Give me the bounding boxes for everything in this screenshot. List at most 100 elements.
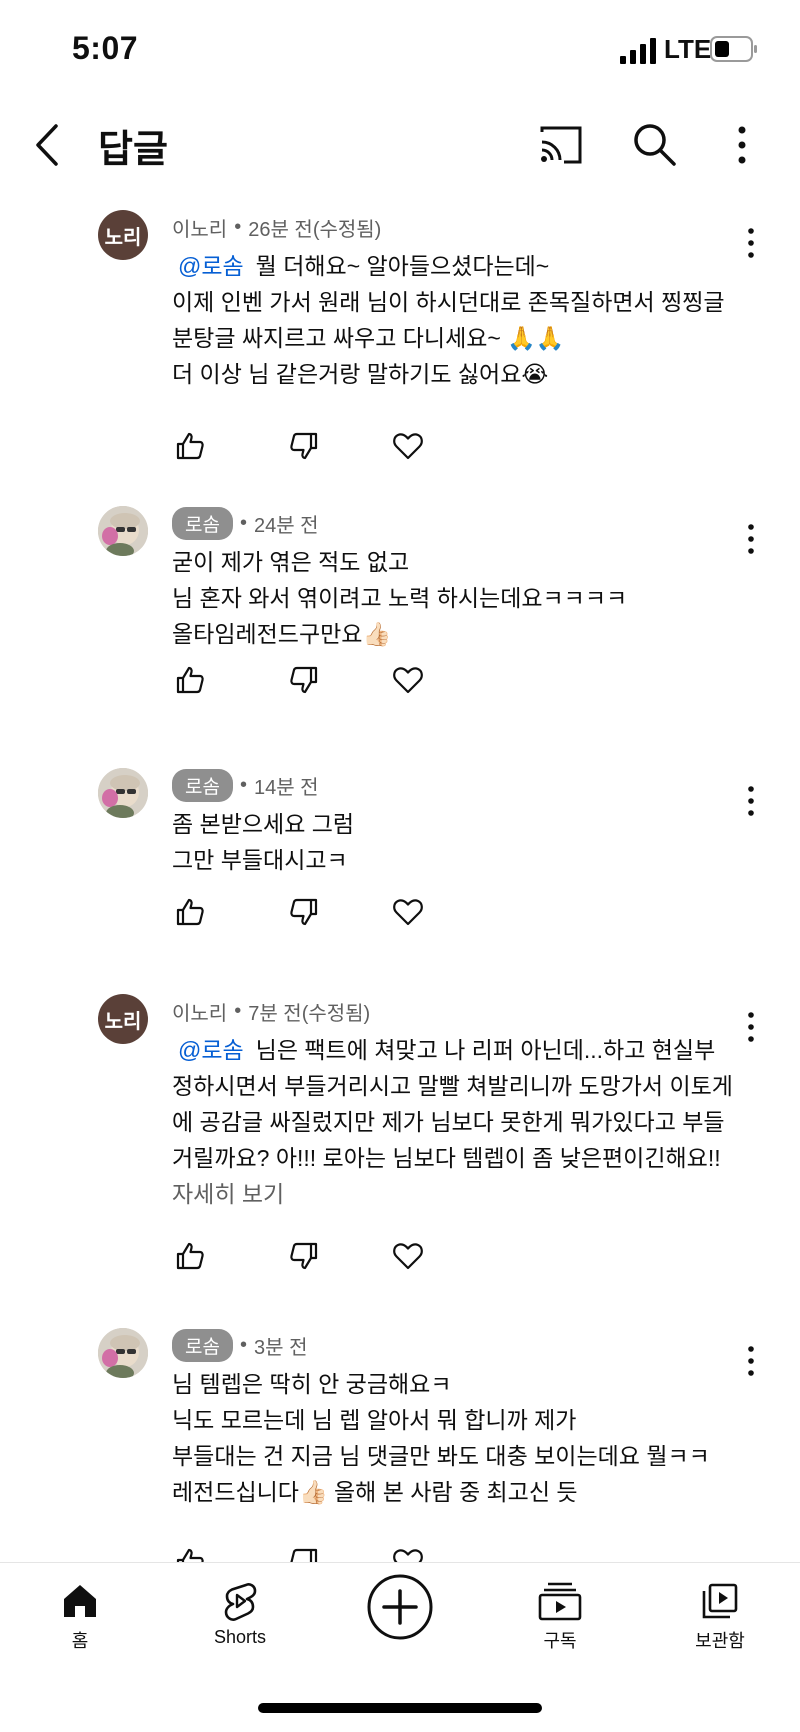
nav-home[interactable]: 홈 (20, 1581, 140, 1653)
create-plus-icon (367, 1574, 433, 1640)
comment-line-text: 정하시면서 부들거리시고 말빨 쳐발리니까 도망가서 이토게 (172, 1073, 733, 1099)
heart-icon[interactable] (392, 1240, 424, 1272)
author-badge[interactable]: 로솜 (172, 1328, 233, 1362)
comment-timestamp: 3분 전 (253, 1336, 308, 1359)
author-name[interactable]: 이노리 (172, 997, 227, 1026)
nav-library-label: 보관함 (695, 1631, 745, 1651)
comment-line-text: 에 공감글 싸질렀지만 제가 님보다 못한게 뭐가있다고 부들 (172, 1109, 725, 1135)
comment-meta: 이노리 • 26분 전(수정됨) (172, 212, 381, 242)
nav-home-label: 홈 (71, 1631, 89, 1651)
comment-actions (172, 1240, 472, 1280)
comment-body: @로솜 님은 팩트에 쳐맞고 나 리퍼 아닌데...하고 현실부정하시면서 부들거… (172, 1032, 752, 1212)
comment-line: 좀 본받으세요 그럼 (172, 806, 752, 842)
read-more-link[interactable]: 자세히 보기 (172, 1176, 752, 1212)
comment-line-text: 더 이상 님 같은거랑 말하기도 싫어요😭 (172, 361, 549, 387)
comment-meta: 이노리 • 7분 전(수정됨) (172, 996, 370, 1026)
network-label: LTE (664, 34, 712, 64)
comment-line: 레전드십니다👍🏻 올해 본 사람 중 최고신 듯 (172, 1474, 752, 1510)
thumbs-down-icon[interactable] (288, 1240, 320, 1272)
comment-line-text: 님은 팩트에 쳐맞고 나 리퍼 아닌데...하고 현실부 (255, 1037, 716, 1063)
more-vert-icon[interactable] (730, 120, 754, 170)
avatar[interactable] (98, 768, 148, 818)
thumbs-down-icon[interactable] (288, 896, 320, 928)
thumbs-up-icon[interactable] (174, 896, 206, 928)
status-bar: 5:07 LTE (0, 0, 800, 100)
avatar[interactable] (98, 1328, 148, 1378)
thumbs-up-icon[interactable] (174, 430, 206, 462)
heart-icon[interactable] (392, 664, 424, 696)
avatar[interactable]: 노리 (98, 210, 148, 260)
comment-line: @로솜 님은 팩트에 쳐맞고 나 리퍼 아닌데...하고 현실부 (172, 1032, 752, 1068)
comment-line-text: 님 템렙은 딱히 안 궁금해요ㅋ (172, 1371, 452, 1397)
search-icon[interactable] (630, 120, 678, 168)
cast-icon[interactable] (538, 122, 584, 168)
comment-line-text: 거릴까요? 아!!! 로아는 님보다 템렙이 좀 낮은편이긴해요!! (172, 1145, 721, 1171)
comment-line-text: 닉도 모르는데 님 렙 알아서 뭐 합니까 제가 (172, 1407, 577, 1433)
mention-link[interactable]: @로솜 (178, 1037, 244, 1063)
signal-icon (620, 38, 656, 64)
page-title: 답글 (98, 129, 168, 171)
thumbs-down-icon[interactable] (288, 664, 320, 696)
comment-line-text: 이제 인벤 가서 원래 님이 하시던대로 존목질하면서 찡찡글 (172, 289, 725, 315)
author-badge[interactable]: 로솜 (172, 506, 233, 540)
author-badge[interactable]: 로솜 (172, 768, 233, 802)
app-header: 답글 (0, 100, 800, 190)
heart-icon[interactable] (392, 430, 424, 462)
battery-icon (710, 36, 757, 62)
comment-body: 님 템렙은 딱히 안 궁금해요ㅋ 닉도 모르는데 님 렙 알아서 뭐 합니까 제가… (172, 1366, 752, 1510)
comment-body: 굳이 제가 엮은 적도 없고님 혼자 와서 엮이려고 노력 하시는데요ㅋㅋㅋㅋ 올… (172, 544, 752, 652)
avatar[interactable] (98, 506, 148, 556)
thumbs-down-icon[interactable] (288, 430, 320, 462)
comment-line: 님 혼자 와서 엮이려고 노력 하시는데요ㅋㅋㅋㅋ (172, 580, 752, 616)
comment-line-text: 굳이 제가 엮은 적도 없고 (172, 549, 410, 575)
meta-separator: • (239, 773, 247, 796)
comment-line: 님 템렙은 딱히 안 궁금해요ㅋ (172, 1366, 752, 1402)
comment-line: 더 이상 님 같은거랑 말하기도 싫어요😭 (172, 356, 752, 392)
meta-separator: • (239, 1333, 247, 1356)
comment-timestamp: 24분 전 (253, 514, 319, 537)
comment-line: 분탕글 싸지르고 싸우고 다니세요~ 🙏🙏 (172, 320, 752, 356)
nav-library[interactable]: 보관함 (660, 1581, 780, 1653)
avatar-image (98, 1328, 148, 1378)
comment-body: 좀 본받으세요 그럼그만 부들대시고ㅋ (172, 806, 752, 878)
nav-shorts-label: Shorts (213, 1627, 267, 1647)
comment-line-text: 레전드십니다👍🏻 올해 본 사람 중 최고신 듯 (172, 1479, 578, 1505)
mention-link[interactable]: @로솜 (178, 253, 244, 279)
heart-icon[interactable] (392, 896, 424, 928)
comment-line-text: 님 혼자 와서 엮이려고 노력 하시는데요ㅋㅋㅋㅋ (172, 585, 628, 611)
subscriptions-icon (538, 1582, 582, 1621)
back-icon[interactable] (30, 120, 70, 170)
bottom-nav: 홈 Shorts 구독 보관함 (0, 1562, 800, 1732)
meta-separator: • (234, 215, 242, 238)
comment-line-text: 분탕글 싸지르고 싸우고 다니세요~ 🙏🙏 (172, 325, 565, 351)
home-indicator (258, 1703, 542, 1713)
comment-actions (172, 430, 472, 470)
comment-line: 정하시면서 부들거리시고 말빨 쳐발리니까 도망가서 이토게 (172, 1068, 752, 1104)
comment-timestamp: 14분 전 (253, 776, 319, 799)
nav-create[interactable] (340, 1573, 460, 1641)
shorts-icon (224, 1583, 257, 1621)
home-icon (64, 1585, 96, 1617)
thumbs-up-icon[interactable] (174, 1240, 206, 1272)
comment-line-text: 올타임레전드구만요👍🏻 (172, 621, 392, 647)
comment-actions (172, 896, 472, 936)
comment-body: @로솜 뭘 더해요~ 알아들으셨다는데~ 이제 인벤 가서 원래 님이 하시던대로 … (172, 248, 752, 392)
comment-line: 이제 인벤 가서 원래 님이 하시던대로 존목질하면서 찡찡글 (172, 284, 752, 320)
nav-shorts[interactable]: Shorts (180, 1581, 300, 1648)
comment-line: 굳이 제가 엮은 적도 없고 (172, 544, 752, 580)
comment-meta: 로솜 • 14분 전 (172, 768, 319, 802)
comment-meta: 로솜 • 24분 전 (172, 506, 319, 540)
thumbs-up-icon[interactable] (174, 664, 206, 696)
comment-line-text: 뭘 더해요~ 알아들으셨다는데~ (255, 253, 550, 279)
avatar[interactable]: 노리 (98, 994, 148, 1044)
comment-line: 그만 부들대시고ㅋ (172, 842, 752, 878)
comment-timestamp: 26분 전(수정됨) (248, 218, 382, 241)
meta-separator: • (239, 511, 247, 534)
avatar-image (98, 506, 148, 556)
comment-line-text: 부들대는 건 지금 님 댓글만 봐도 대충 보이는데요 뭘ㅋㅋ (172, 1443, 710, 1469)
avatar-image (98, 768, 148, 818)
comment-line-text: 좀 본받으세요 그럼 (172, 811, 355, 837)
nav-subscriptions[interactable]: 구독 (500, 1581, 620, 1653)
status-time: 5:07 (72, 30, 139, 66)
author-name[interactable]: 이노리 (172, 213, 227, 242)
